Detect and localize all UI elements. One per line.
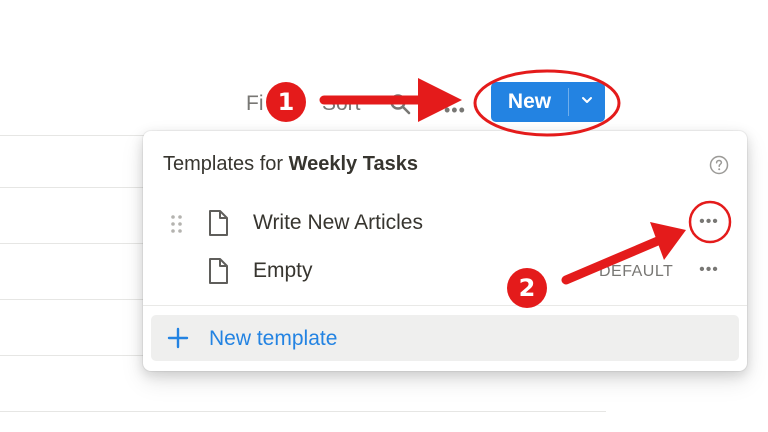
more-icon[interactable]: •••	[691, 257, 727, 283]
more-icon[interactable]: •••	[691, 209, 727, 235]
popup-title-prefix: Templates for	[163, 153, 289, 175]
new-button[interactable]: New	[491, 82, 568, 122]
search-icon[interactable]	[388, 92, 412, 116]
default-badge: DEFAULT	[599, 263, 674, 280]
chevron-down-icon	[579, 92, 595, 113]
annotation-step-2: 2	[507, 268, 547, 308]
template-label: Write New Articles	[253, 211, 423, 234]
drag-handle-icon[interactable]	[169, 213, 185, 235]
table-row-divider	[0, 243, 150, 244]
help-icon[interactable]	[709, 155, 729, 175]
document-icon	[207, 209, 229, 237]
plus-icon	[167, 327, 189, 349]
document-icon	[207, 257, 229, 285]
annotation-step-1: 1	[266, 82, 306, 122]
sort-button[interactable]: Sort	[322, 92, 361, 116]
new-button-group: New	[491, 82, 605, 122]
template-item[interactable]: Write New Articles •••	[143, 201, 747, 245]
filter-button[interactable]: Fi	[246, 92, 264, 116]
table-row-divider	[0, 299, 150, 300]
popup-title: Templates for Weekly Tasks	[163, 153, 418, 176]
template-label: Empty	[253, 259, 313, 282]
new-template-button[interactable]: New template	[151, 315, 739, 361]
new-dropdown-button[interactable]	[569, 82, 605, 122]
table-row-divider	[0, 411, 606, 412]
more-options-button[interactable]: •••	[444, 100, 466, 121]
table-row-divider	[0, 355, 150, 356]
table-row-divider	[0, 187, 150, 188]
new-template-label: New template	[209, 327, 338, 350]
template-item[interactable]: Empty DEFAULT •••	[143, 249, 747, 293]
database-name: Weekly Tasks	[288, 153, 418, 175]
table-row-divider	[0, 135, 150, 136]
popup-divider	[143, 305, 747, 306]
templates-popup: Templates for Weekly Tasks Write New Art…	[143, 131, 747, 371]
